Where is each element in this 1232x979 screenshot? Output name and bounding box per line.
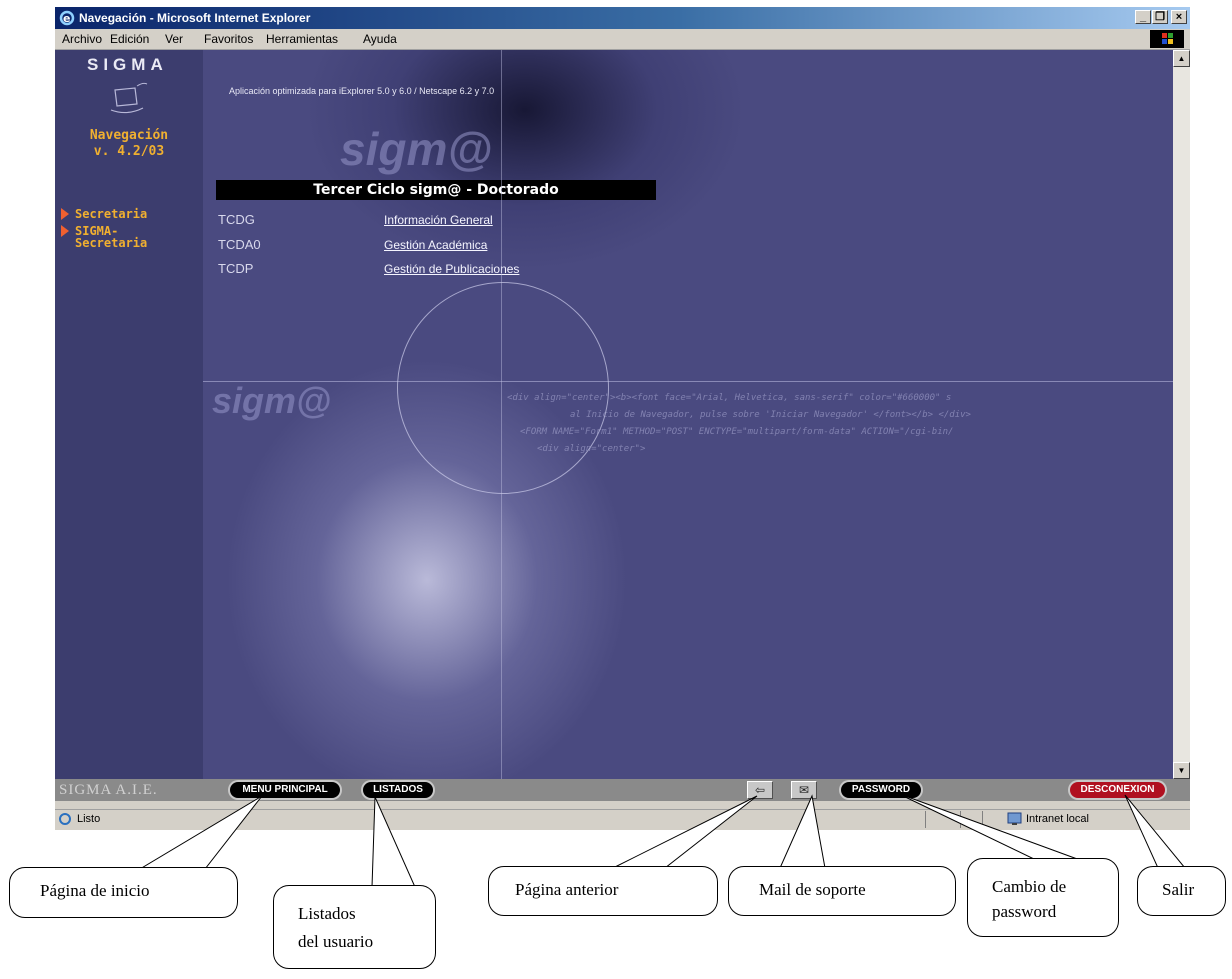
pointer-listados [371, 796, 416, 888]
callout-text: del usuario [298, 932, 374, 951]
pointer-pagina-anterior [612, 795, 758, 869]
callout-text: Cambio de [992, 877, 1067, 896]
callout-pointers [138, 792, 1187, 888]
callout-salir: Salir [1137, 866, 1226, 916]
callout-cambio-password: Cambio de password [967, 858, 1119, 937]
pointer-salir [1124, 794, 1187, 869]
pointer-pagina-inicio [138, 795, 263, 870]
callout-text: password [992, 902, 1057, 921]
callout-text: Página anterior [515, 880, 619, 899]
callout-listados: Listados del usuario [273, 885, 436, 969]
callout-pagina-inicio: Página de inicio [9, 867, 238, 918]
callout-text: Página de inicio [40, 881, 150, 900]
callout-text: Listados [298, 904, 356, 923]
pointer-mail-soporte [779, 794, 826, 869]
callout-mail-soporte: Mail de soporte [728, 866, 956, 916]
pointer-cambio-password [896, 792, 1081, 861]
callout-pagina-anterior: Página anterior [488, 866, 718, 916]
callout-text: Mail de soporte [759, 880, 866, 899]
callout-text: Salir [1162, 880, 1195, 899]
